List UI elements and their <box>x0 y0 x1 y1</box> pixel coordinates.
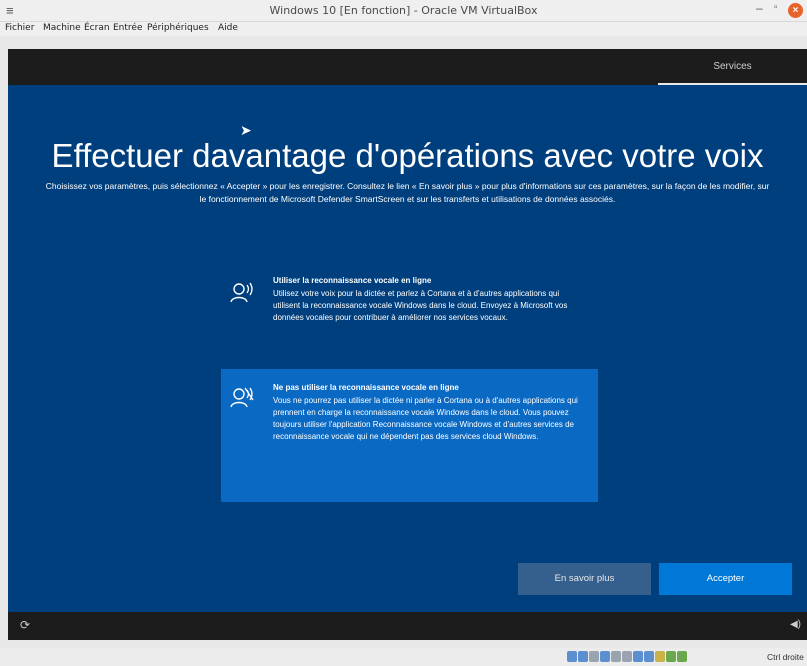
speech-recognition-off-icon <box>230 387 254 408</box>
recording-icon[interactable] <box>644 651 654 662</box>
display-icon[interactable] <box>633 651 643 662</box>
menu-machine[interactable]: Machine <box>43 23 81 33</box>
oobe-top-bar: Services <box>8 49 807 85</box>
menu-bar: Fichier Machine Écran Entrée Périphériqu… <box>0 22 807 36</box>
page-title: Effectuer davantage d'opérations avec vo… <box>51 137 764 174</box>
ease-of-access-icon[interactable]: ⟳ <box>20 618 30 632</box>
keyboard-icon[interactable] <box>677 651 687 662</box>
vm-screen[interactable]: Services ➤ Effectuer davantage d'opérati… <box>8 49 807 640</box>
menu-aide[interactable]: Aide <box>218 23 238 33</box>
volume-icon[interactable]: ◀) <box>790 619 801 630</box>
option-offline-speech[interactable]: Ne pas utiliser la reconnaissance vocale… <box>221 369 598 502</box>
minimize-button[interactable]: – <box>756 1 763 15</box>
speech-recognition-icon <box>230 282 253 303</box>
audio-icon[interactable] <box>589 651 599 662</box>
host-key-label: Ctrl droite <box>767 652 804 662</box>
menu-entree[interactable]: Entrée <box>113 23 143 33</box>
menu-fichier[interactable]: Fichier <box>5 23 34 33</box>
window-title: Windows 10 [En fonction] - Oracle VM Vir… <box>269 4 538 17</box>
mouse-integration-icon[interactable] <box>666 651 676 662</box>
menu-ecran[interactable]: Écran <box>84 23 110 33</box>
learn-more-button[interactable]: En savoir plus <box>518 563 651 595</box>
tab-services: Services <box>658 49 807 85</box>
window-titlebar: ≡ Windows 10 [En fonction] - Oracle VM V… <box>0 0 807 22</box>
status-bar: Ctrl droite <box>0 648 807 666</box>
usb-icon[interactable] <box>611 651 621 662</box>
option-description: Vous ne pourrez pas utiliser la dictée n… <box>273 396 578 441</box>
network-icon[interactable] <box>600 651 610 662</box>
option-title: Utiliser la reconnaissance vocale en lig… <box>273 276 432 285</box>
menu-peripheriques[interactable]: Périphériques <box>147 23 209 33</box>
option-online-speech[interactable]: Utiliser la reconnaissance vocale en lig… <box>221 276 598 358</box>
close-button[interactable]: × <box>788 3 803 18</box>
cpu-icon[interactable] <box>655 651 665 662</box>
maximize-button[interactable]: ▫ <box>774 2 778 13</box>
shared-folders-icon[interactable] <box>622 651 632 662</box>
option-title: Ne pas utiliser la reconnaissance vocale… <box>273 383 459 392</box>
oobe-bottom-bar: ⟳ ◀) <box>8 612 807 640</box>
hard-disk-icon[interactable] <box>567 651 577 662</box>
option-description: Utilisez votre voix pour la dictée et pa… <box>273 289 568 322</box>
optical-drive-icon[interactable] <box>578 651 588 662</box>
accept-button[interactable]: Accepter <box>659 563 792 595</box>
page-description: Choisissez vos paramètres, puis sélectio… <box>45 181 770 204</box>
status-icons <box>567 651 687 663</box>
